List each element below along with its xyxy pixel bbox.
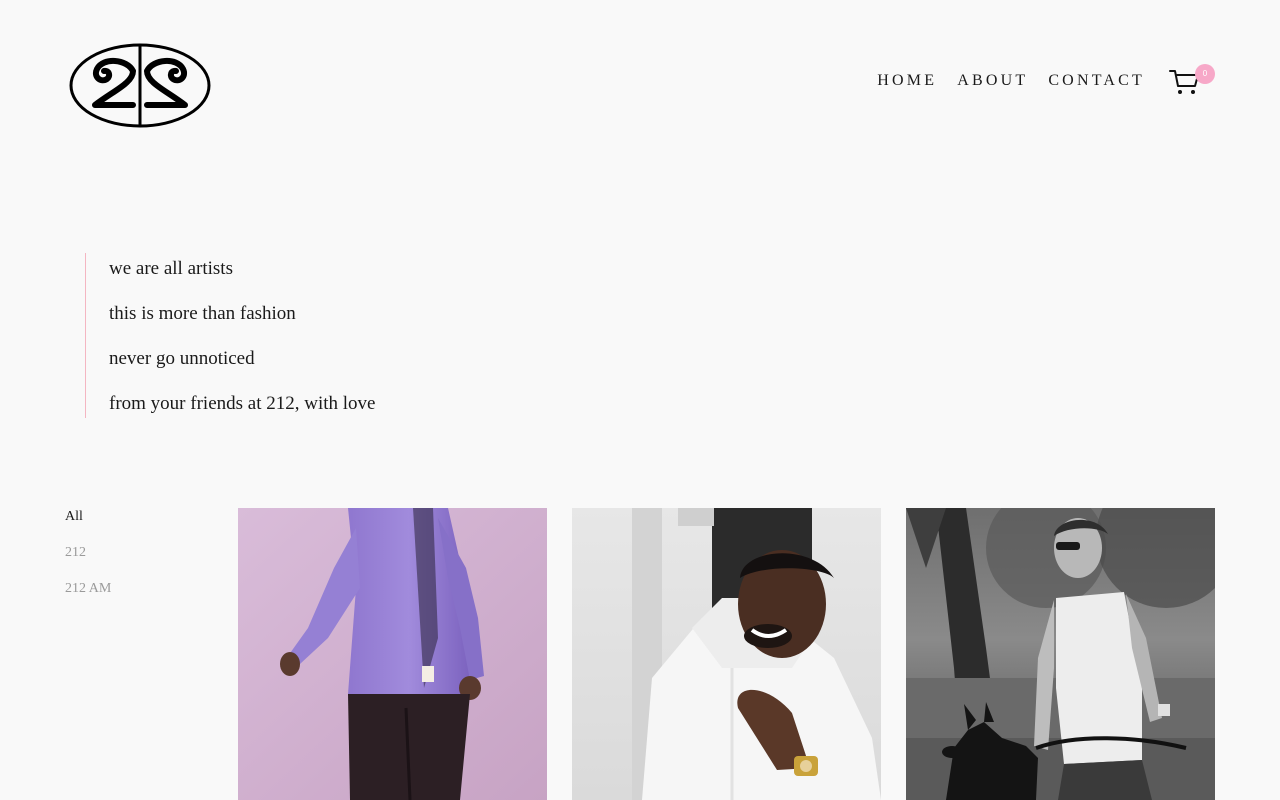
cart-count-badge: 0 <box>1195 64 1215 84</box>
product-card[interactable] <box>238 508 547 800</box>
white-hoodie-photo <box>572 508 881 800</box>
main-nav: HOME ABOUT CONTACT <box>877 71 1145 91</box>
nav-about-link[interactable]: ABOUT <box>957 71 1028 91</box>
page: HOME ABOUT CONTACT 0 we are all artists … <box>0 0 1280 800</box>
logo-emblem-icon <box>69 43 211 128</box>
brand-logo[interactable] <box>69 43 211 128</box>
manifesto-line: from your friends at 212, with love <box>109 393 376 414</box>
manifesto-line: this is more than fashion <box>109 303 296 324</box>
filter-212[interactable]: 212 <box>65 544 205 580</box>
filter-all[interactable]: All <box>65 508 205 544</box>
man-with-dog-photo <box>906 508 1215 800</box>
product-card[interactable] <box>572 508 881 800</box>
lavender-shirt-photo <box>238 508 547 800</box>
manifesto-line: we are all artists <box>109 258 233 279</box>
product-card[interactable] <box>906 508 1215 800</box>
cart-button[interactable]: 0 <box>1169 64 1217 98</box>
nav-home-link[interactable]: HOME <box>877 71 937 91</box>
product-gallery <box>238 508 1215 800</box>
manifesto-line: never go unnoticed <box>109 348 255 369</box>
category-filters: All 212 212 AM <box>65 508 205 616</box>
nav-contact-link[interactable]: CONTACT <box>1048 71 1145 91</box>
brand-manifesto: we are all artists this is more than fas… <box>85 253 375 418</box>
filter-212-am[interactable]: 212 AM <box>65 580 205 616</box>
